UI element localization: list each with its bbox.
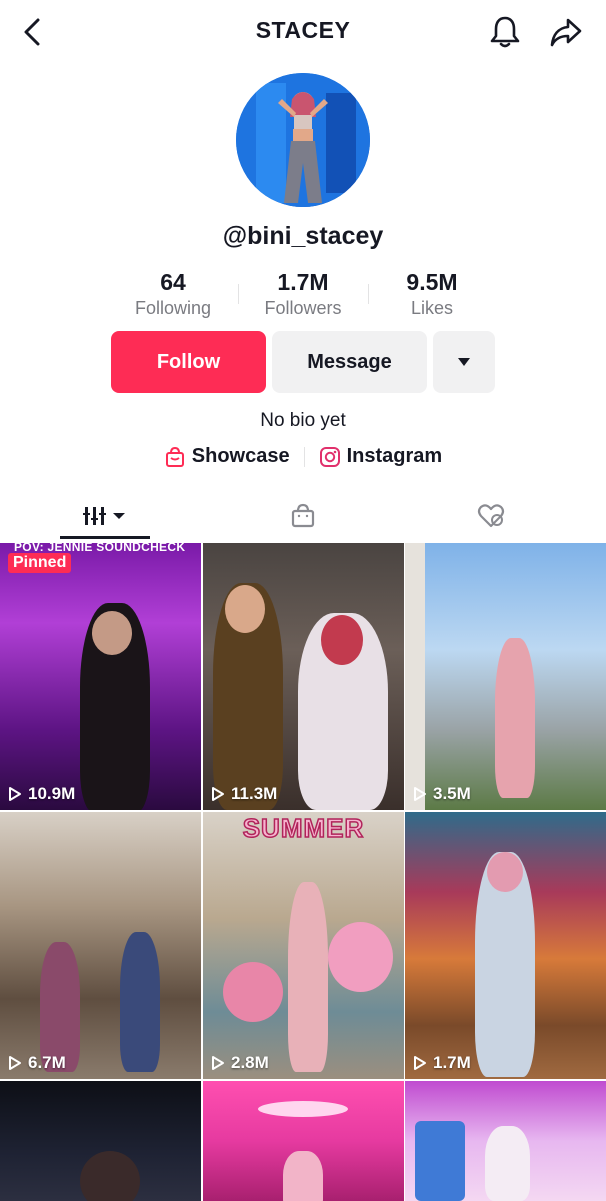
instagram-link[interactable]: Instagram xyxy=(319,445,443,468)
view-count-value: 2.8M xyxy=(231,1053,269,1072)
thumbnail-figure xyxy=(288,882,328,1072)
thumbnail-figure xyxy=(283,1151,323,1201)
hidden-heart-icon xyxy=(477,504,505,528)
thumbnail-figure xyxy=(120,932,160,1072)
shop-bag-icon xyxy=(291,503,315,528)
top-bar: STACEY xyxy=(0,0,606,64)
view-count-value: 3.5M xyxy=(433,784,471,803)
username: @bini_stacey xyxy=(222,222,384,250)
video-thumbnail[interactable] xyxy=(203,1081,404,1201)
avatar[interactable] xyxy=(236,73,370,207)
bell-icon xyxy=(490,16,520,48)
thumbnail-figure xyxy=(321,615,363,665)
caret-down-icon xyxy=(458,358,470,366)
showcase-link[interactable]: Showcase xyxy=(164,445,290,468)
thumbnail-figure xyxy=(495,638,535,798)
content-tabs xyxy=(0,490,606,542)
message-button[interactable]: Message xyxy=(272,331,427,393)
view-count-value: 6.7M xyxy=(28,1053,66,1072)
tab-videos[interactable] xyxy=(60,490,150,542)
avatar-image xyxy=(236,73,370,207)
play-icon xyxy=(414,787,426,801)
view-count-value: 10.9M xyxy=(28,784,76,803)
link-divider xyxy=(303,446,305,467)
stat-label: Following xyxy=(134,298,212,318)
share-arrow-icon xyxy=(550,18,582,47)
video-thumbnail[interactable]: 3.5M xyxy=(405,543,606,810)
thumbnail-figure xyxy=(487,852,523,892)
play-icon xyxy=(212,787,224,801)
thumbnail-figure xyxy=(92,611,132,655)
thumbnail-figure xyxy=(223,962,283,1022)
stat-followers[interactable]: 1.7M Followers xyxy=(238,268,368,319)
video-thumbnail[interactable]: POV: JENNIE SOUNDCHECK Pinned 10.9M xyxy=(0,543,201,810)
stat-label: Followers xyxy=(264,298,342,318)
stat-likes[interactable]: 9.5M Likes xyxy=(367,268,497,319)
thumbnail-figure xyxy=(80,1151,140,1201)
view-count: 2.8M xyxy=(211,1053,269,1073)
view-count-value: 1.7M xyxy=(433,1053,471,1072)
instagram-icon xyxy=(319,446,340,467)
video-thumbnail[interactable]: 1.7M xyxy=(405,812,606,1079)
thumbnail-figure xyxy=(258,1101,348,1117)
thumbnail-figure xyxy=(405,543,425,810)
showcase-label: Showcase xyxy=(191,445,290,467)
stat-label: Likes xyxy=(410,298,454,318)
follow-button[interactable]: Follow xyxy=(111,331,266,393)
more-options-button[interactable] xyxy=(433,331,495,393)
bio-text: No bio yet xyxy=(260,410,346,431)
thumbnail-figure xyxy=(485,1126,530,1201)
video-thumbnail[interactable] xyxy=(405,1081,606,1201)
view-count: 10.9M xyxy=(8,784,75,804)
view-count: 1.7M xyxy=(413,1053,471,1073)
thumbnail-figure xyxy=(328,922,393,992)
view-count-value: 11.3M xyxy=(231,784,278,803)
pinned-badge: Pinned xyxy=(8,553,72,573)
stat-value: 9.5M xyxy=(406,269,458,295)
play-icon xyxy=(9,787,21,801)
tab-shop[interactable] xyxy=(262,490,344,542)
video-thumbnail[interactable]: SUMMER 2.8M xyxy=(203,812,404,1079)
video-overlay-text: SUMMER xyxy=(242,812,365,844)
shop-bag-icon xyxy=(165,446,184,467)
stat-value: 1.7M xyxy=(277,269,329,295)
play-icon xyxy=(414,1056,426,1070)
view-count: 6.7M xyxy=(8,1053,66,1073)
play-icon xyxy=(9,1056,21,1070)
stat-value: 64 xyxy=(160,269,186,295)
play-icon xyxy=(212,1056,224,1070)
grid-bars-icon xyxy=(83,507,125,525)
view-count: 11.3M xyxy=(211,784,277,804)
notification-bell-button[interactable] xyxy=(486,12,524,52)
video-thumbnail[interactable]: 11.3M xyxy=(203,543,404,810)
profile-links: Showcase Instagram xyxy=(0,445,606,468)
thumbnail-figure xyxy=(415,1121,465,1201)
video-thumbnail[interactable] xyxy=(0,1081,201,1201)
view-count: 3.5M xyxy=(413,784,471,804)
instagram-label: Instagram xyxy=(346,445,443,467)
tab-liked[interactable] xyxy=(450,490,532,542)
active-tab-indicator xyxy=(60,536,150,539)
video-thumbnail[interactable]: 6.7M xyxy=(0,812,201,1079)
stat-following[interactable]: 64 Following xyxy=(108,268,238,319)
thumbnail-figure xyxy=(225,585,265,633)
share-button[interactable] xyxy=(546,12,586,52)
